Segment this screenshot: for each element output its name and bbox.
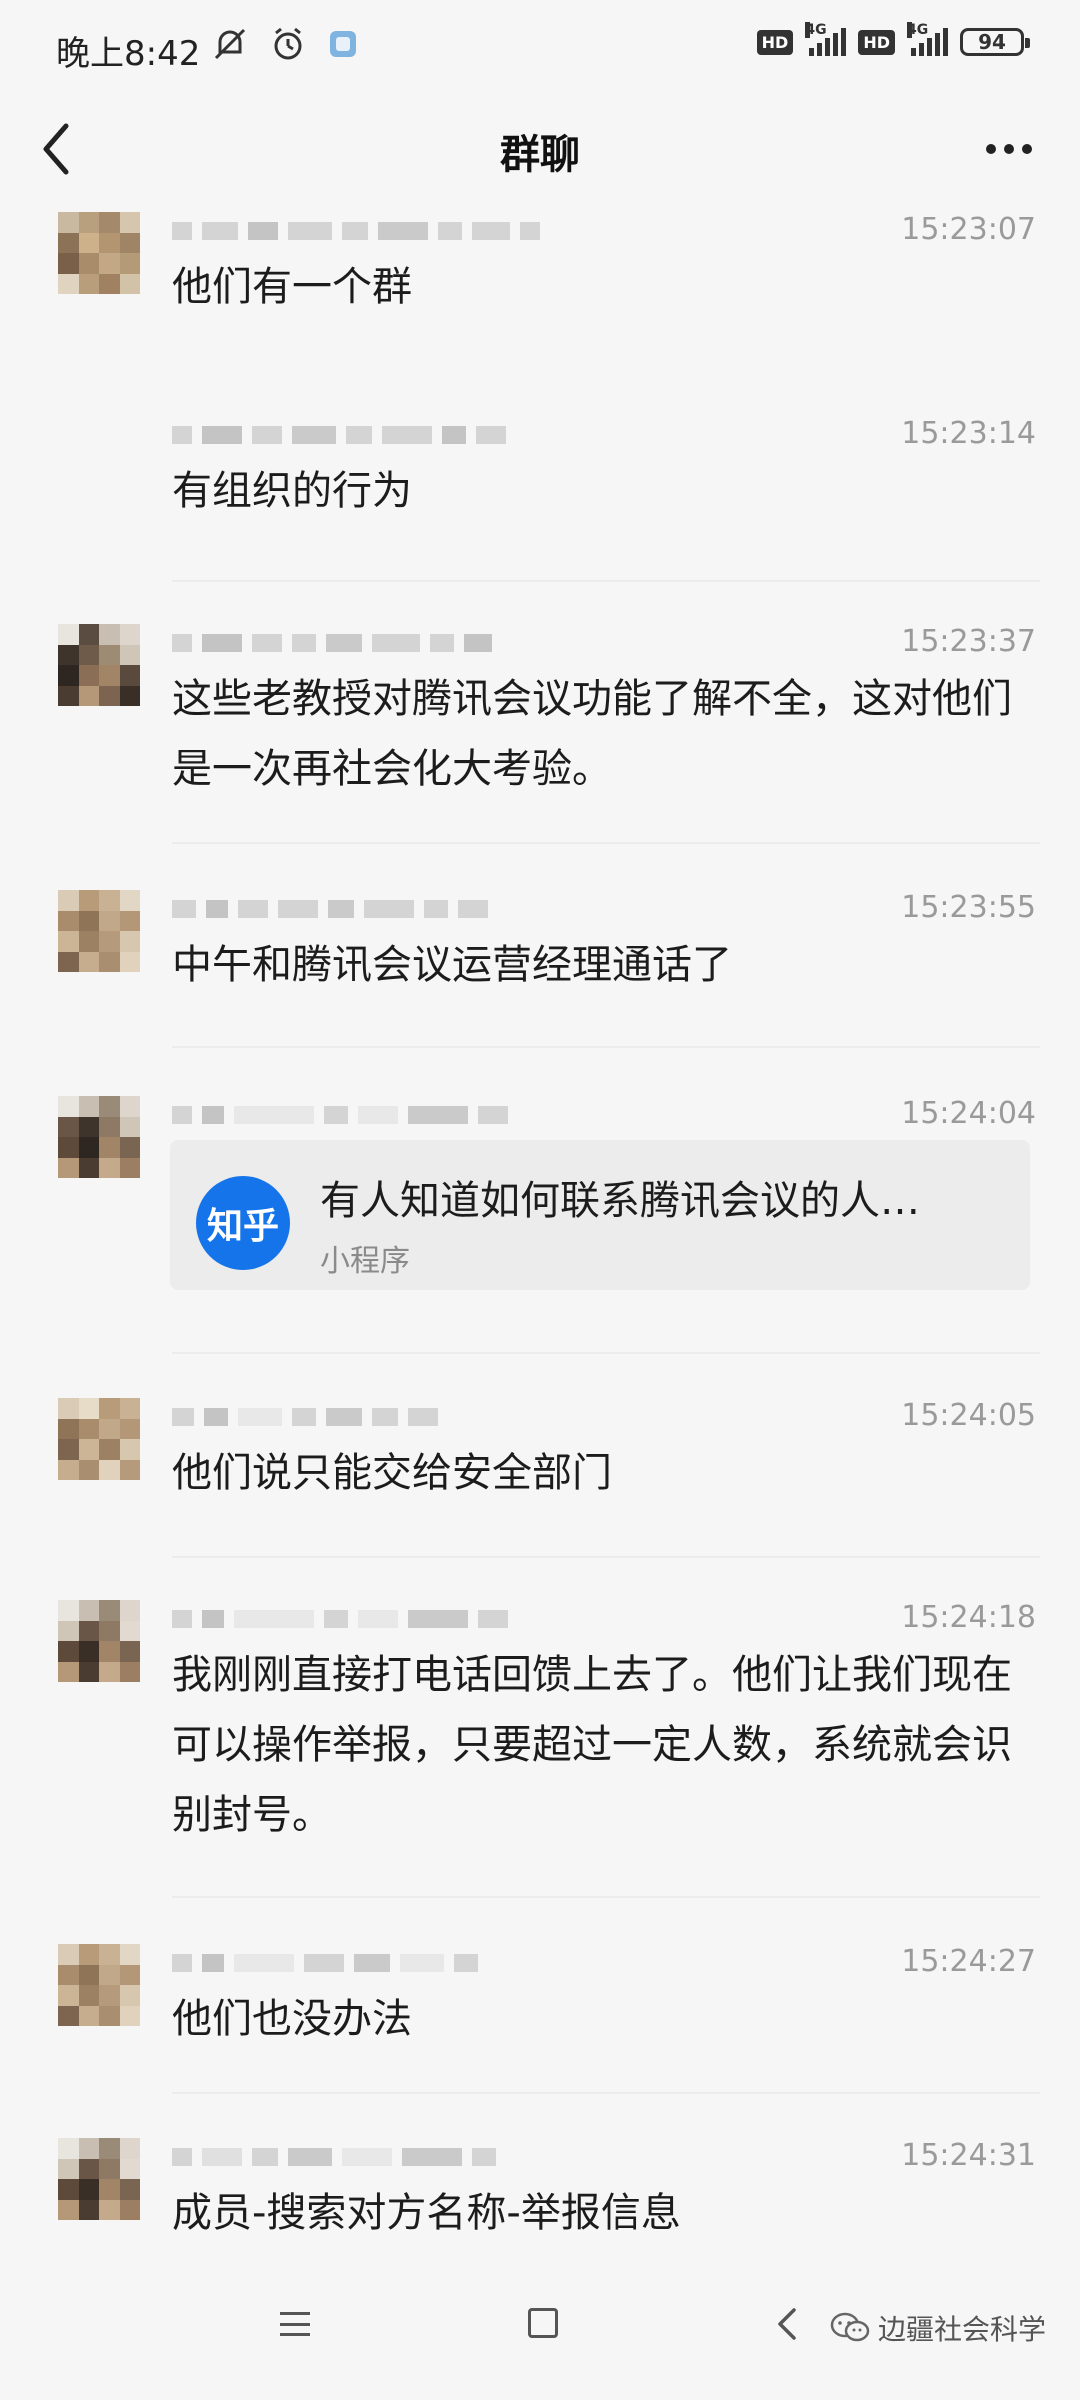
chat-message: 15:23:37 这些老教授对腾讯会议功能了解不全，这对他们是一次再社会化大考验… <box>0 624 1080 844</box>
zhihu-logo-icon: 知乎 <box>196 1176 290 1270</box>
network-type: 4G <box>805 22 827 38</box>
status-bar: 晚上8:42 HD 4G HD 4G 94 <box>0 0 1080 100</box>
avatar[interactable] <box>58 1398 140 1480</box>
mini-program-card[interactable]: 知乎 有人知道如何联系腾讯会议的人… 小程序 <box>170 1140 1030 1290</box>
divider <box>172 2092 1040 2094</box>
card-subtitle: 小程序 <box>320 1244 410 1279</box>
message-time: 15:23:14 <box>901 416 1036 451</box>
message-time: 15:24:31 <box>901 2138 1036 2173</box>
message-time: 15:24:05 <box>901 1398 1036 1433</box>
divider <box>172 1556 1040 1558</box>
message-text[interactable]: 这些老教授对腾讯会议功能了解不全，这对他们是一次再社会化大考验。 <box>172 664 1032 804</box>
chat-message: 15:23:55 中午和腾讯会议运营经理通话了 <box>0 890 1080 1040</box>
back-nav-icon[interactable] <box>772 2304 802 2344</box>
chat-message: 15:23:07 他们有一个群 <box>0 212 1080 362</box>
chat-header: 群聊 <box>0 100 1080 210</box>
message-text[interactable]: 他们有一个群 <box>172 252 1032 322</box>
watermark-text: 边疆社会科学 <box>878 2313 1047 2346</box>
message-text[interactable]: 他们也没办法 <box>172 1984 1032 2054</box>
message-text[interactable]: 中午和腾讯会议运营经理通话了 <box>172 930 1032 1000</box>
network-type-2: 4G <box>907 22 929 38</box>
status-time: 晚上8:42 <box>56 34 201 74</box>
message-time: 15:24:04 <box>901 1096 1036 1131</box>
chat-message: 15:24:31 成员-搜索对方名称-举报信息 <box>0 2138 1080 2268</box>
message-time: 15:23:55 <box>901 890 1036 925</box>
avatar[interactable] <box>58 1096 140 1178</box>
chat-message: 15:24:27 他们也没办法 <box>0 1944 1080 2094</box>
avatar[interactable] <box>58 1600 140 1682</box>
sender-name-blurred <box>172 630 492 656</box>
sender-name-blurred <box>172 896 488 922</box>
signal-icon-2: 4G <box>907 22 948 56</box>
sender-name-blurred <box>172 218 540 244</box>
chat-message: 15:23:14 有组织的行为 <box>0 416 1080 566</box>
app-notification-icon <box>330 31 356 57</box>
alarm-icon <box>274 27 302 60</box>
status-icons <box>210 24 360 64</box>
mute-bell-icon <box>214 28 246 60</box>
message-text[interactable]: 我刚刚直接打电话回馈上去了。他们让我们现在可以操作举报，只要超过一定人数，系统就… <box>172 1640 1032 1850</box>
divider <box>172 1046 1040 1048</box>
divider <box>172 580 1040 582</box>
page-title: 群聊 <box>500 132 580 178</box>
more-dots-icon[interactable] <box>974 124 1044 174</box>
avatar[interactable] <box>58 2138 140 2220</box>
avatar[interactable] <box>58 890 140 972</box>
message-time: 15:24:27 <box>901 1944 1036 1979</box>
message-time: 15:23:37 <box>901 624 1036 659</box>
avatar[interactable] <box>58 624 140 706</box>
message-time: 15:24:18 <box>901 1600 1036 1635</box>
chat-message: 15:24:05 他们说只能交给安全部门 <box>0 1398 1080 1548</box>
message-text[interactable]: 他们说只能交给安全部门 <box>172 1438 1032 1508</box>
message-text[interactable]: 有组织的行为 <box>172 456 1032 526</box>
sender-name-blurred <box>172 1102 508 1128</box>
hd-badge: HD <box>756 29 794 55</box>
sender-name-blurred <box>172 422 506 448</box>
battery-icon: 94 <box>960 28 1030 56</box>
message-time: 15:23:07 <box>901 212 1036 247</box>
sender-name-blurred <box>172 1950 478 1976</box>
wechat-logo-icon <box>830 2312 870 2342</box>
home-icon[interactable] <box>528 2308 558 2338</box>
avatar[interactable] <box>58 1944 140 2026</box>
divider <box>172 1352 1040 1354</box>
avatar[interactable] <box>58 212 140 294</box>
chat-message: 15:24:04 知乎 有人知道如何联系腾讯会议的人… 小程序 <box>0 1096 1080 1336</box>
sender-name-blurred <box>172 2144 496 2170</box>
sender-name-blurred <box>172 1404 438 1430</box>
sender-name-blurred <box>172 1606 508 1632</box>
status-right: HD 4G HD 4G 94 <box>756 22 1030 56</box>
hd-badge-2: HD <box>858 29 895 55</box>
divider <box>172 1896 1040 1898</box>
chat-message: 15:24:18 我刚刚直接打电话回馈上去了。他们让我们现在可以操作举报，只要超… <box>0 1600 1080 1900</box>
watermark: 边疆社会科学 <box>830 2308 1046 2348</box>
signal-icon: 4G <box>805 22 847 56</box>
recent-apps-icon[interactable] <box>280 2312 310 2336</box>
message-text[interactable]: 成员-搜索对方名称-举报信息 <box>172 2178 1032 2248</box>
divider <box>172 842 1040 844</box>
card-title: 有人知道如何联系腾讯会议的人… <box>320 1178 920 1224</box>
